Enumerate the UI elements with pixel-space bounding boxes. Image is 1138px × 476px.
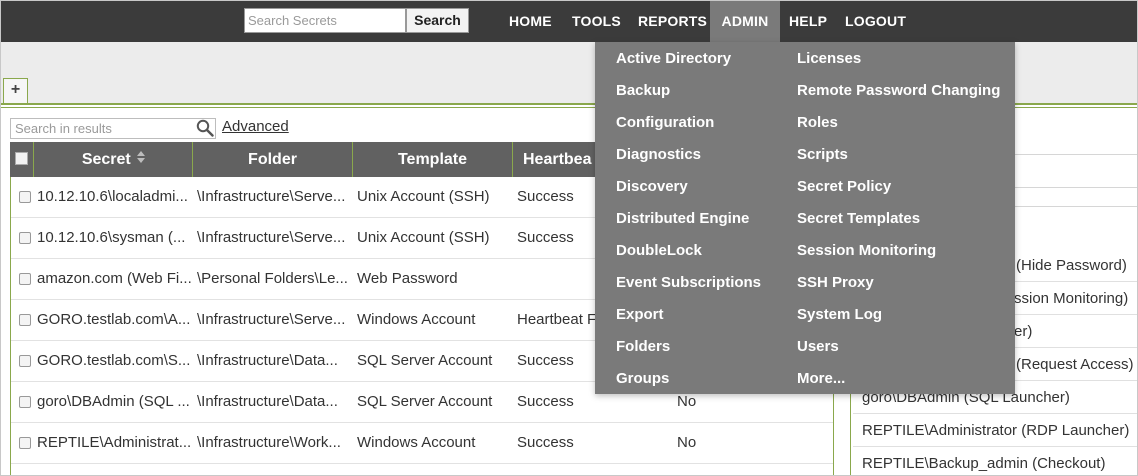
menu-item-groups[interactable]: Groups <box>616 368 669 390</box>
menu-item-backup[interactable]: Backup <box>616 80 670 102</box>
menu-item-event-subscriptions[interactable]: Event Subscriptions <box>616 272 761 294</box>
menu-item-diagnostics[interactable]: Diagnostics <box>616 144 701 166</box>
nav-reports[interactable]: REPORTS <box>638 1 707 42</box>
table-row[interactable]: REPTILE\Administrat... \Infrastructure\W… <box>11 423 833 464</box>
launcher-label: (Hide Password) <box>1016 257 1127 274</box>
menu-item-doublelock[interactable]: DoubleLock <box>616 240 702 262</box>
heartbeat-status: Success <box>517 434 574 451</box>
launcher-label: er) <box>1014 323 1033 340</box>
column-header-template[interactable]: Template <box>352 142 512 177</box>
secret-name[interactable]: amazon.com (Web Fi... <box>37 259 195 299</box>
secret-name[interactable]: 10.12.10.6\sysman (... <box>37 218 195 258</box>
heartbeat-status: Success <box>517 352 574 369</box>
row-checkbox[interactable] <box>19 273 31 285</box>
search-icon[interactable] <box>196 119 214 137</box>
row-checkbox[interactable] <box>19 437 31 449</box>
heartbeat-status: Success <box>517 188 574 205</box>
select-all-checkbox[interactable] <box>15 152 28 165</box>
secret-search-box[interactable] <box>244 8 406 33</box>
search-button[interactable]: Search <box>406 8 469 33</box>
launcher-label: ssion Monitoring) <box>1014 290 1129 307</box>
column-header-heartbeat[interactable]: Heartbea <box>512 142 602 177</box>
secret-name[interactable]: GORO.testlab.com\A... <box>37 300 195 340</box>
launcher-label: (Request Access) <box>1016 356 1134 373</box>
row-checkbox[interactable] <box>19 314 31 326</box>
column-header-secret[interactable]: Secret <box>33 142 193 177</box>
menu-item-system-log[interactable]: System Log <box>797 304 882 326</box>
template-name: Unix Account (SSH) <box>357 188 490 205</box>
extra-value: No <box>677 434 697 451</box>
nav-help[interactable]: HELP <box>789 1 827 42</box>
menu-item-roles[interactable]: Roles <box>797 112 838 134</box>
nav-tools[interactable]: TOOLS <box>572 1 621 42</box>
secret-name[interactable]: REPTILE\Administrat... <box>37 423 195 463</box>
secret-name[interactable]: GORO.testlab.com\S... <box>37 341 195 381</box>
heartbeat-status: Heartbeat F <box>517 311 597 328</box>
menu-item-session-monitoring[interactable]: Session Monitoring <box>797 240 936 262</box>
heartbeat-status: Success <box>517 229 574 246</box>
secret-header-label: Secret <box>81 151 131 168</box>
top-nav-bar <box>1 1 1137 42</box>
template-name: Unix Account (SSH) <box>357 229 490 246</box>
template-name: Web Password <box>357 270 458 287</box>
template-name: Windows Account <box>357 311 476 328</box>
menu-item-users[interactable]: Users <box>797 336 839 358</box>
nav-admin[interactable]: ADMIN <box>710 1 780 42</box>
row-checkbox[interactable] <box>19 396 31 408</box>
folder-path: \Infrastructure\Work... <box>197 434 341 451</box>
menu-item-licenses[interactable]: Licenses <box>797 48 861 70</box>
secret-name[interactable]: goro\DBAdmin (SQL ... <box>37 382 195 422</box>
template-name: SQL Server Account <box>357 393 493 410</box>
sort-icon <box>137 151 146 163</box>
nav-home[interactable]: HOME <box>509 1 552 42</box>
results-search-input[interactable]: Search in results <box>10 118 216 139</box>
launcher-item[interactable]: REPTILE\Administrator (RDP Launcher) <box>853 414 1137 447</box>
add-tab-button[interactable]: + <box>3 78 28 104</box>
advanced-search-link[interactable]: Advanced <box>222 118 289 135</box>
nav-logout[interactable]: LOGOUT <box>845 1 906 42</box>
menu-item-remote-password-changing[interactable]: Remote Password Changing <box>797 80 1000 102</box>
launcher-item[interactable]: REPTILE\Backup_admin (Checkout) <box>853 447 1137 475</box>
secret-search-input[interactable] <box>248 13 402 28</box>
menu-item-discovery[interactable]: Discovery <box>616 176 688 198</box>
menu-item-active-directory[interactable]: Active Directory <box>616 48 731 70</box>
menu-item-export[interactable]: Export <box>616 304 664 326</box>
menu-item-secret-policy[interactable]: Secret Policy <box>797 176 891 198</box>
folder-path: \Infrastructure\Serve... <box>197 188 346 205</box>
row-checkbox[interactable] <box>19 355 31 367</box>
folder-path: \Infrastructure\Serve... <box>197 311 346 328</box>
menu-item-configuration[interactable]: Configuration <box>616 112 714 134</box>
template-name: SQL Server Account <box>357 352 493 369</box>
folder-path: \Infrastructure\Serve... <box>197 229 346 246</box>
menu-item-ssh-proxy[interactable]: SSH Proxy <box>797 272 874 294</box>
heartbeat-status: Success <box>517 393 574 410</box>
secret-name[interactable]: 10.12.10.6\localadmi... <box>37 177 195 217</box>
heartbeat-status <box>517 259 607 299</box>
row-checkbox[interactable] <box>19 191 31 203</box>
menu-item-more[interactable]: More... <box>797 368 845 390</box>
folder-path: \Infrastructure\Data... <box>197 352 338 369</box>
folder-path: \Infrastructure\Data... <box>197 393 338 410</box>
app-window: Search HOME TOOLS REPORTS ADMIN HELP LOG… <box>0 0 1138 476</box>
menu-item-secret-templates[interactable]: Secret Templates <box>797 208 920 230</box>
row-checkbox[interactable] <box>19 232 31 244</box>
column-header-folder[interactable]: Folder <box>192 142 352 177</box>
menu-item-folders[interactable]: Folders <box>616 336 670 358</box>
folder-path: \Personal Folders\Le... <box>197 270 348 287</box>
menu-item-scripts[interactable]: Scripts <box>797 144 848 166</box>
menu-item-distributed-engine[interactable]: Distributed Engine <box>616 208 749 230</box>
template-name: Windows Account <box>357 434 476 451</box>
